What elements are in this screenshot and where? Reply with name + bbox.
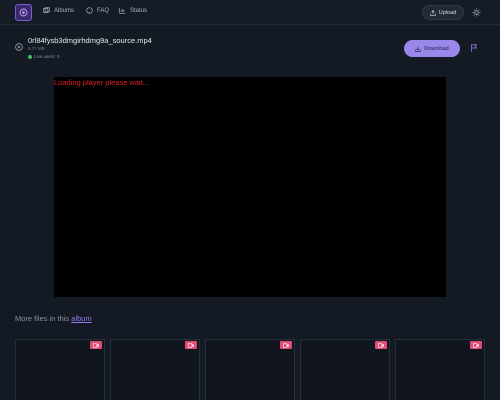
- video-tag: [470, 341, 482, 349]
- download-icon: [415, 46, 421, 52]
- live-users-label: Live users: 0: [34, 54, 60, 59]
- live-status-dot: [28, 54, 32, 59]
- question-icon: [86, 7, 93, 14]
- gear-logo-icon: [19, 8, 28, 17]
- video-player[interactable]: Loading player please wait...: [54, 77, 446, 297]
- play-circle-icon: [15, 43, 23, 51]
- upload-icon: [430, 9, 436, 16]
- video-camera-icon: [283, 342, 289, 348]
- download-button[interactable]: Download: [404, 40, 460, 57]
- file-thumbnail[interactable]: [205, 339, 295, 400]
- upload-button-label: Upload: [438, 9, 457, 16]
- file-name: 0rl84fysb3dmgirhdmg9a_source.mp4: [28, 36, 152, 45]
- more-files-prefix: More files in this: [15, 314, 72, 323]
- nav-status[interactable]: Status: [119, 7, 147, 14]
- file-thumbnail[interactable]: [15, 339, 105, 400]
- video-tag: [280, 341, 292, 349]
- nav-status-label: Status: [130, 7, 148, 14]
- video-camera-icon: [378, 342, 384, 348]
- upload-button[interactable]: Upload: [422, 5, 464, 20]
- nav-faq-label: FAQ: [97, 7, 110, 14]
- album-link[interactable]: album: [71, 314, 91, 323]
- file-thumbnail[interactable]: [300, 339, 390, 400]
- video-tag: [90, 341, 102, 349]
- nav-faq[interactable]: FAQ: [86, 7, 109, 14]
- site-logo[interactable]: [15, 4, 32, 21]
- file-size: 5.77 MB: [28, 46, 45, 51]
- nav-albums[interactable]: Albums: [43, 7, 74, 14]
- video-camera-icon: [188, 342, 194, 348]
- download-button-label: Download: [424, 45, 449, 52]
- video-camera-icon: [473, 342, 479, 348]
- video-tag: [185, 341, 197, 349]
- sun-icon[interactable]: [472, 8, 481, 17]
- video-camera-icon: [93, 342, 99, 348]
- nav-albums-label: Albums: [54, 7, 75, 14]
- top-navigation-bar: Albums FAQ Status Upload: [0, 0, 500, 25]
- player-loading-message: Loading player please wait...: [54, 78, 150, 87]
- albums-icon: [43, 7, 50, 13]
- chart-icon: [119, 7, 126, 14]
- live-users: Live users: 0: [28, 54, 60, 59]
- video-tag: [375, 341, 387, 349]
- more-files-heading: More files in this album: [15, 314, 92, 323]
- file-thumbnail[interactable]: [395, 339, 485, 400]
- report-flag-icon[interactable]: [470, 44, 478, 52]
- file-thumbnail[interactable]: [110, 339, 200, 400]
